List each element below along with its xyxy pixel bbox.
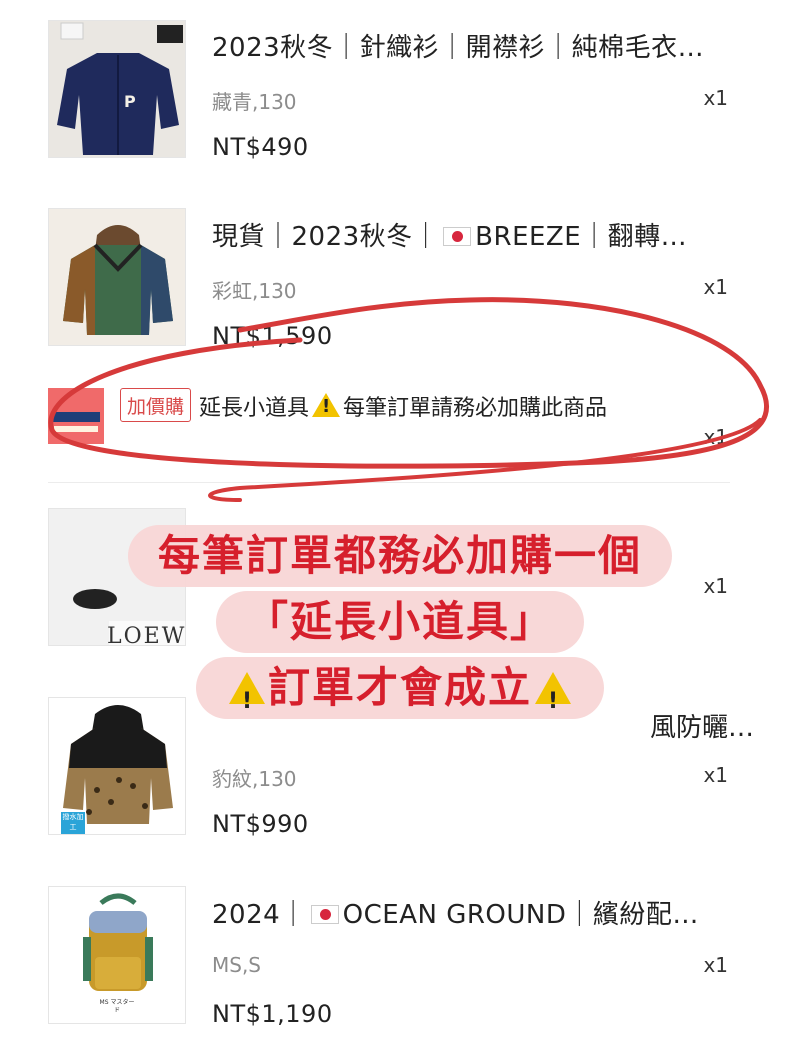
addon-thumbnail[interactable] xyxy=(48,388,104,444)
product-thumbnail[interactable] xyxy=(48,208,186,346)
addon-title[interactable]: 加價購延長小道具每筆訂單請務必加購此商品 xyxy=(120,388,607,422)
warning-icon xyxy=(535,672,572,727)
notice-line-1: 每筆訂單都務必加購一個 xyxy=(127,525,673,587)
product-thumbnail[interactable]: P xyxy=(48,20,186,158)
product-quantity: x1 xyxy=(703,86,728,110)
japan-flag-icon xyxy=(443,227,472,246)
feature-badge: 撥水加工 xyxy=(61,812,85,834)
svg-text:LOEWE: LOEWE xyxy=(107,624,186,646)
product-title[interactable]: 風防曬… xyxy=(650,707,754,744)
addon-badge: 加價購 xyxy=(120,388,192,422)
warning-icon xyxy=(312,393,341,417)
product-price: NT$490 xyxy=(212,133,309,161)
product-title[interactable]: 現貨｜2023秋冬｜ BREEZE｜翻轉… xyxy=(212,216,732,253)
product-quantity: x1 xyxy=(703,574,728,598)
japan-flag-icon xyxy=(310,905,339,924)
divider xyxy=(48,482,730,483)
product-price: NT$1,590 xyxy=(212,322,333,350)
product-price: NT$990 xyxy=(212,810,309,838)
product-variant: 彩虹,130 xyxy=(212,279,297,303)
addon-quantity: x1 xyxy=(703,425,728,449)
product-quantity: x1 xyxy=(703,953,728,977)
product-quantity: x1 xyxy=(703,275,728,299)
product-title[interactable]: 2023秋冬｜針織衫｜開襟衫｜純棉毛衣… xyxy=(212,27,732,64)
product-thumbnail[interactable]: MS マスタード xyxy=(48,886,186,1024)
product-quantity: x1 xyxy=(703,763,728,787)
product-variant: 豹紋,130 xyxy=(212,767,297,791)
notice-line-3: 訂單才會成立 xyxy=(195,657,605,727)
product-title[interactable]: 2024｜ OCEAN GROUND｜繽紛配… xyxy=(212,894,732,931)
warning-icon xyxy=(228,672,265,727)
notice-line-2: 「延長小道具」 xyxy=(215,591,585,653)
product-variant: MS,S xyxy=(212,953,262,977)
svg-text:P: P xyxy=(124,92,136,111)
product-price: NT$1,190 xyxy=(212,1000,333,1028)
product-variant: 藏青,130 xyxy=(212,90,297,114)
product-thumbnail[interactable]: 撥水加工 xyxy=(48,697,186,835)
thumbnail-caption: MS マスタード xyxy=(99,999,135,1014)
